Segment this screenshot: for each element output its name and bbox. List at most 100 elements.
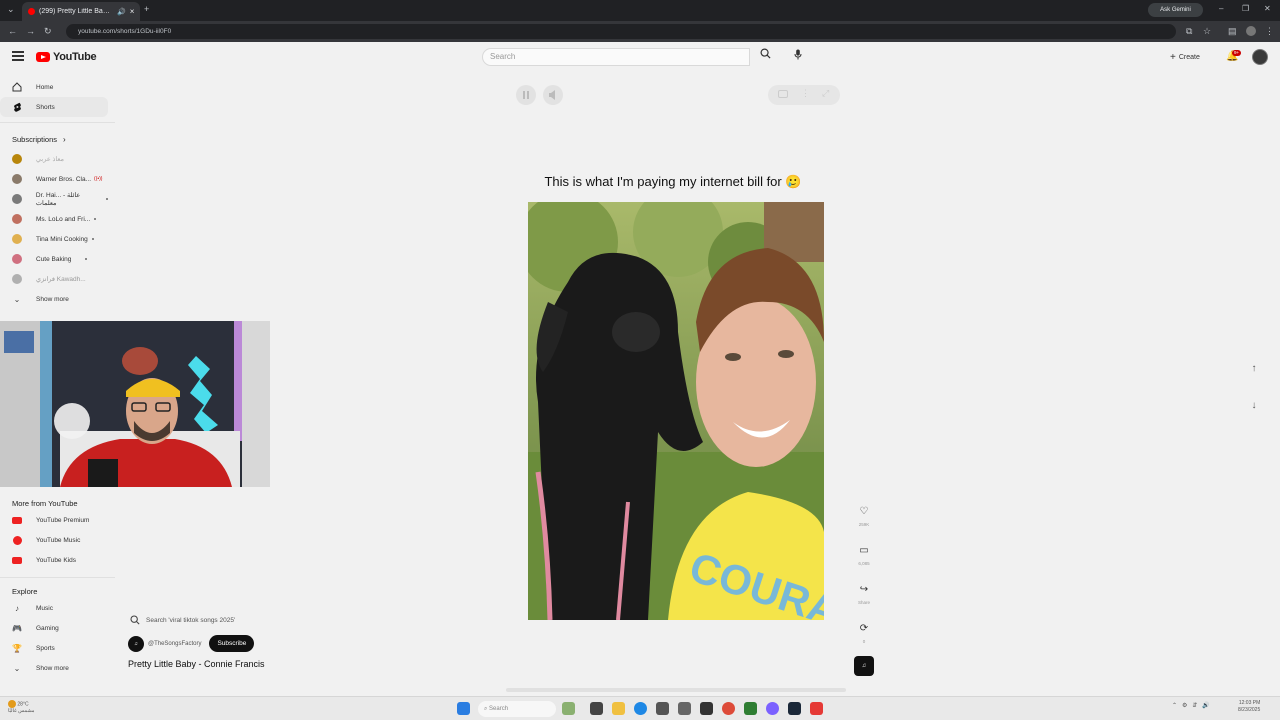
back-icon[interactable]: ← [8,26,17,36]
app-icon[interactable] [744,702,757,715]
ask-gemini-button[interactable]: Ask Gemini [1148,3,1203,17]
sidebar-show-more[interactable]: ⌄ Show more [0,289,108,309]
profile-icon[interactable] [1246,26,1256,36]
sidebar-item-gaming[interactable]: 🎮 Gaming [0,618,108,638]
sidebar-item-youtube-kids[interactable]: YouTube Kids [0,550,108,570]
system-tray[interactable]: ⌃ ⚙ ⇵ 🔊 [1172,702,1210,709]
next-short-button[interactable]: ↓ [1244,396,1264,416]
forward-icon[interactable]: → [26,26,35,36]
hamburger-menu-icon[interactable] [12,51,24,61]
channel-avatar [12,174,22,184]
youtube-favicon-icon [28,8,35,15]
subscription-label: معاذ عربي [36,156,64,163]
sidebar-item-label: Shorts [36,103,55,111]
pause-button[interactable] [516,85,536,105]
comment-action[interactable]: ▭ 6,085 [854,541,874,566]
tab-title: (299) Pretty Little Baby - C [39,8,113,15]
taskbar-clock[interactable]: 12:03 PM 8/23/2025 [1238,700,1260,714]
task-view-icon[interactable] [590,702,603,715]
youtube-music-icon [12,535,22,545]
trophy-icon: 🏆 [12,643,22,653]
browser-menu-icon[interactable]: ⋮ [1265,26,1274,37]
sidebar-subscription-item[interactable]: Warner Bros. Cla... ((•)) [0,169,108,189]
url-field[interactable]: youtube.com/shorts/1GDu-iil0F0 [66,24,1176,39]
browser-tab-bar: ⌄ (299) Pretty Little Baby - C 🔊 × + Ask… [0,0,1280,21]
new-content-dot [106,198,108,200]
windows-start-icon[interactable] [457,702,470,715]
subscribe-button[interactable]: Subscribe [209,635,255,652]
like-action[interactable]: ♡ 259K [854,502,874,527]
sidebar-item-home[interactable]: Home [0,77,108,97]
sidebar-item-label: Music [36,604,53,612]
extensions-icon[interactable]: ▤ [1228,26,1237,37]
sound-thumbnail[interactable]: ♫ [854,656,874,676]
music-title[interactable]: Pretty Little Baby - Connie Francis [128,659,265,669]
minimize-icon[interactable]: – [1219,4,1223,13]
player-options[interactable]: ⋮ ⤢ [768,85,840,105]
chrome-icon[interactable] [722,702,735,715]
sidebar-subscription-item[interactable]: Dr. Hai... - عائلة معلمات [0,189,108,209]
youtube-play-icon [36,52,50,62]
search-suggestion[interactable]: Search 'viral tiktok songs 2025' [130,615,235,625]
shorts-icon [12,102,22,112]
app-icon[interactable] [678,702,691,715]
sidebar-item-youtube-music[interactable]: YouTube Music [0,530,108,550]
channel-row: ♫ @TheSongsFactory Subscribe [128,635,255,652]
audio-icon[interactable]: 🔊 [117,8,126,16]
weather-widget[interactable]: 28°C مشمس غالبًا [8,700,35,715]
file-explorer-icon[interactable] [612,702,625,715]
channel-avatar[interactable]: ♫ [128,635,144,652]
sidebar-subscription-item[interactable]: معاذ عربي [0,149,108,169]
sidebar-subscription-item[interactable]: Cute Baking [0,249,108,269]
new-tab-icon[interactable]: + [144,4,149,14]
tab-list-icon[interactable]: ⌄ [7,4,15,15]
widgets-icon[interactable] [562,702,575,715]
close-window-icon[interactable]: ✕ [1264,4,1271,13]
steam-icon[interactable] [788,702,801,715]
sidebar-item-youtube-premium[interactable]: YouTube Premium [0,510,108,530]
youtube-logo[interactable]: YouTube [36,51,97,63]
sidebar-item-label: Home [36,83,54,91]
channel-name[interactable]: @TheSongsFactory [148,641,201,647]
app-icon[interactable] [810,702,823,715]
sidebar-item-shorts[interactable]: Shorts [0,97,108,117]
sidebar-item-sports[interactable]: 🏆 Sports [0,638,108,658]
captions-icon[interactable] [778,90,788,98]
share-label: Share [857,600,870,605]
remix-action[interactable]: ⟳ 0 [854,619,874,644]
discord-icon[interactable] [766,702,779,715]
search-button[interactable] [750,48,780,66]
bookmark-icon[interactable]: ☆ [1203,26,1211,37]
close-tab-icon[interactable]: × [130,7,135,16]
install-icon[interactable]: ⧉ [1186,26,1192,37]
reload-icon[interactable]: ↻ [44,26,52,37]
app-icon[interactable] [656,702,669,715]
account-avatar[interactable] [1252,49,1268,65]
address-bar-row: ← → ↻ youtube.com/shorts/1GDu-iil0F0 ⧉ ☆… [0,21,1280,42]
search-input[interactable]: Search [482,48,750,66]
create-button[interactable]: + Create [1170,49,1200,65]
previous-short-button[interactable]: ↑ [1244,359,1264,379]
sidebar-subscription-item[interactable]: فرانزي Kawadh... [0,269,108,289]
share-action[interactable]: ↪ Share [854,580,874,605]
taskbar-search[interactable]: ⌕ Search [478,701,556,717]
app-icon[interactable] [700,702,713,715]
restore-icon[interactable]: ❐ [1242,4,1249,13]
voice-search-button[interactable] [790,49,806,65]
sidebar-subscription-item[interactable]: Tina Mini Cooking [0,229,108,249]
sidebar-item-music[interactable]: ♪ Music [0,598,108,618]
edge-icon[interactable] [634,702,647,715]
subscriptions-header[interactable]: Subscriptions › [12,135,66,144]
notification-badge: 9+ [1232,50,1242,56]
explore-show-more[interactable]: ⌄ Show more [0,658,108,678]
logo-text: YouTube [53,51,97,63]
progress-bar[interactable] [506,688,846,692]
volume-button[interactable] [543,85,563,105]
browser-tab[interactable]: (299) Pretty Little Baby - C 🔊 × [22,2,140,21]
sidebar-subscription-item[interactable]: Ms. LoLo and Fri... [0,209,108,229]
new-content-dot [85,258,88,260]
short-video[interactable]: COURA [528,202,824,620]
like-icon: ♡ [859,506,869,517]
fullscreen-icon[interactable]: ⤢ [822,88,829,99]
more-options-icon[interactable]: ⋮ [801,88,810,99]
